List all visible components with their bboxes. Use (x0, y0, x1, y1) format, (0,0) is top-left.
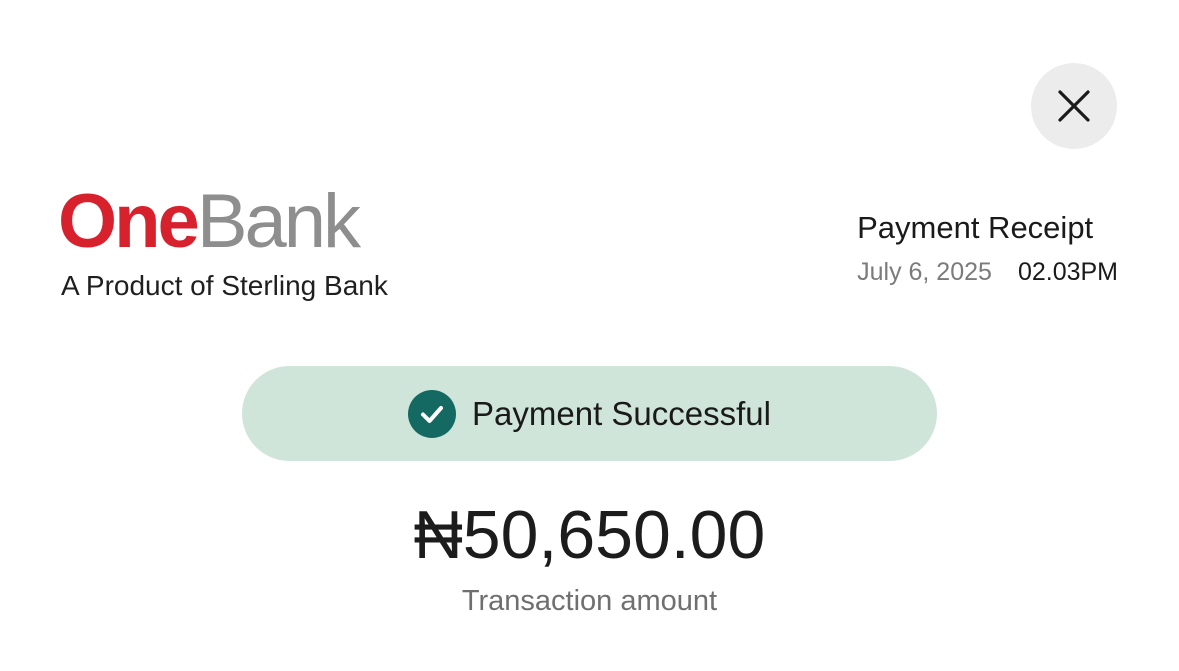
receipt-date: July 6, 2025 (857, 258, 992, 286)
check-circle-icon (408, 389, 457, 438)
receipt-header: Payment Receipt July 6, 2025 02.03PM (857, 210, 1118, 287)
transaction-amount: ₦50,650.00 (413, 497, 766, 573)
transaction-amount-label: Transaction amount (461, 585, 718, 617)
status-badge: Payment Successful (242, 366, 937, 461)
receipt-title: Payment Receipt (857, 210, 1094, 245)
close-icon (1058, 90, 1090, 122)
receipt-datetime: July 6, 2025 02.03PM (857, 258, 1118, 287)
close-button[interactable] (1031, 63, 1117, 149)
status-text: Payment Successful (472, 394, 771, 432)
onebank-logo: OneBank (58, 182, 388, 262)
brand-block: OneBank A Product of Sterling Bank (58, 182, 388, 302)
brand-tagline: A Product of Sterling Bank (61, 270, 388, 301)
logo-one-text: One (58, 179, 200, 264)
logo-bank-text: Bank (196, 179, 361, 264)
receipt-time: 02.03PM (1017, 258, 1118, 286)
